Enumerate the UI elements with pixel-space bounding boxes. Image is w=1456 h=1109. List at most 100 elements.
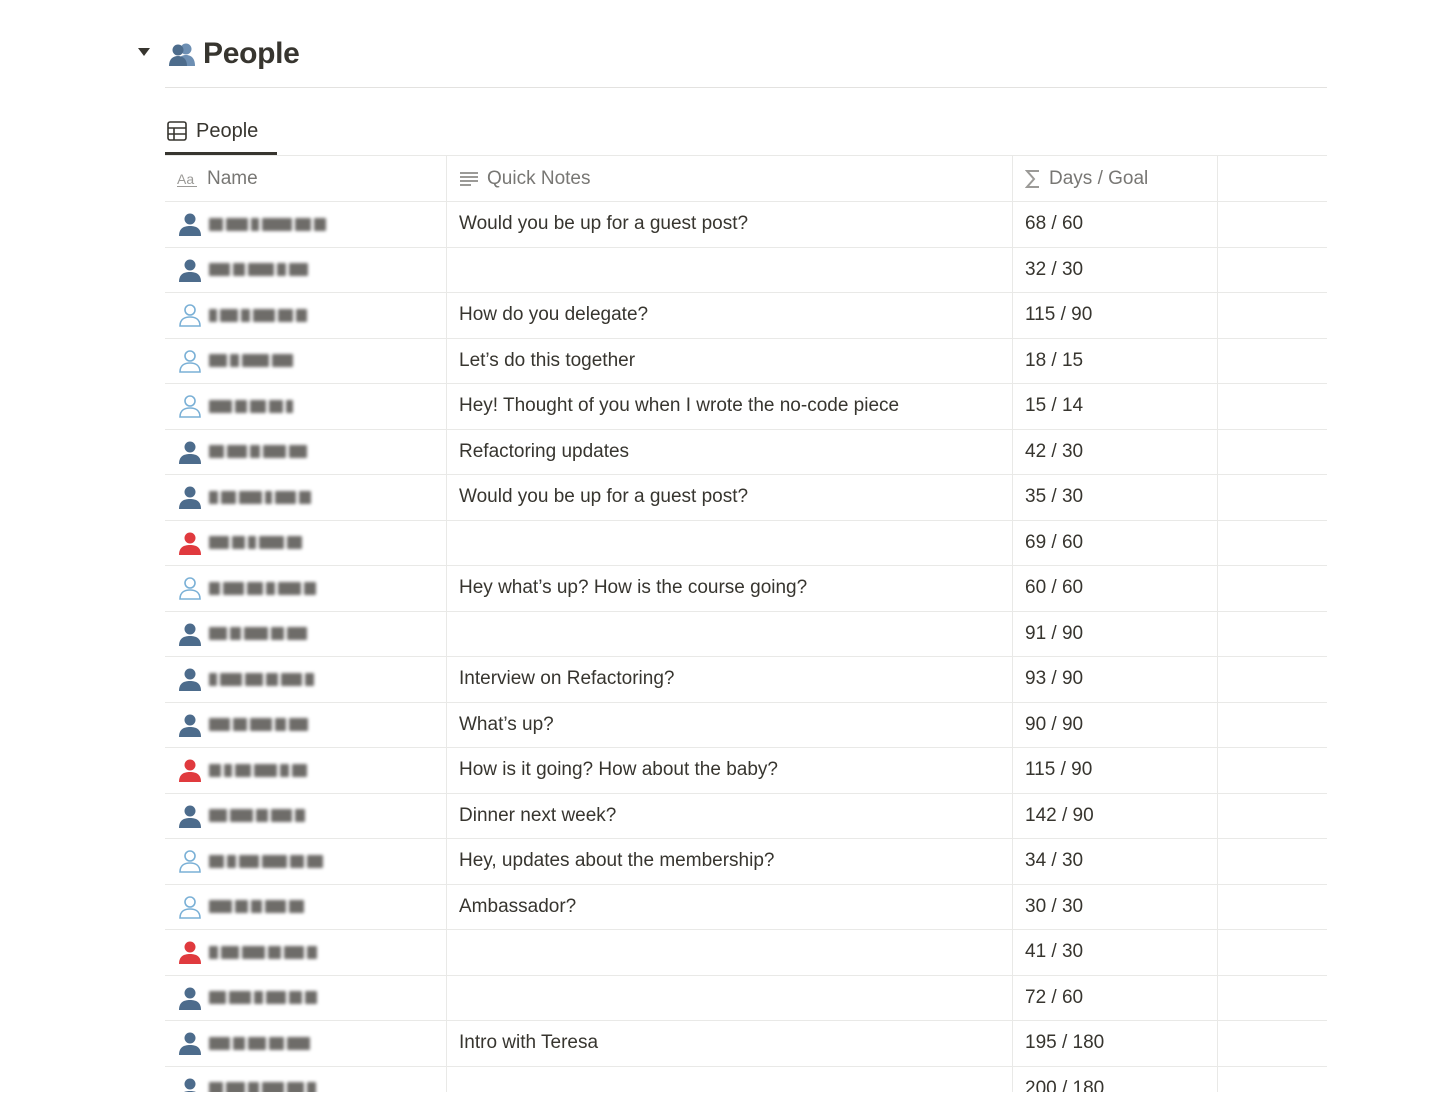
cell-days-goal[interactable]: 15 / 14 xyxy=(1013,383,1218,429)
cell-days-goal[interactable]: 32 / 30 xyxy=(1013,247,1218,292)
cell-days-goal[interactable]: 34 / 30 xyxy=(1013,838,1218,884)
person-icon xyxy=(177,257,203,283)
days-goal-value: 90 / 90 xyxy=(1025,713,1084,735)
cell-quick-notes[interactable] xyxy=(447,611,1013,656)
tab-label: People xyxy=(196,120,259,142)
table-row[interactable]: Hey! Thought of you when I wrote the no-… xyxy=(165,383,1327,430)
cell-days-goal[interactable]: 93 / 90 xyxy=(1013,656,1218,702)
cell-name[interactable] xyxy=(165,429,447,474)
column-header-name[interactable]: Aa Name xyxy=(165,156,447,201)
cell-empty xyxy=(1218,793,1327,838)
days-goal-value: 41 / 30 xyxy=(1025,941,1084,962)
cell-name[interactable] xyxy=(165,702,447,747)
page-title[interactable]: People xyxy=(203,34,300,74)
table-row[interactable]: What’s up? 90 / 90 xyxy=(165,702,1327,748)
table-row[interactable]: 69 / 60 xyxy=(165,520,1327,566)
cell-quick-notes[interactable] xyxy=(447,247,1013,292)
cell-name[interactable] xyxy=(165,383,447,429)
cell-days-goal[interactable]: 42 / 30 xyxy=(1013,429,1218,474)
tab-people-view[interactable]: People xyxy=(166,110,258,152)
table-row[interactable]: 200 / 180 xyxy=(165,1066,1327,1092)
cell-days-goal[interactable]: 35 / 30 xyxy=(1013,474,1218,520)
cell-quick-notes[interactable] xyxy=(447,975,1013,1020)
cell-name[interactable] xyxy=(165,656,447,702)
cell-quick-notes[interactable]: Would you be up for a guest post? xyxy=(447,201,1013,247)
cell-name[interactable] xyxy=(165,247,447,292)
cell-name[interactable] xyxy=(165,793,447,838)
cell-name[interactable] xyxy=(165,565,447,611)
cell-days-goal[interactable]: 72 / 60 xyxy=(1013,975,1218,1020)
cell-quick-notes[interactable]: Hey! Thought of you when I wrote the no-… xyxy=(447,383,1013,429)
cell-name[interactable] xyxy=(165,975,447,1020)
person-icon xyxy=(177,1076,203,1092)
table-row[interactable]: Would you be up for a guest post? 68 / 60 xyxy=(165,201,1327,248)
cell-quick-notes[interactable]: Ambassador? xyxy=(447,884,1013,929)
person-icon xyxy=(177,757,203,783)
cell-quick-notes[interactable]: Hey what’s up? How is the course going? xyxy=(447,565,1013,611)
cell-quick-notes[interactable]: How do you delegate? xyxy=(447,292,1013,338)
cell-days-goal[interactable]: 200 / 180 xyxy=(1013,1066,1218,1092)
cell-name[interactable] xyxy=(165,884,447,929)
table-row[interactable]: Refactoring updates 42 / 30 xyxy=(165,429,1327,475)
cell-name[interactable] xyxy=(165,201,447,247)
table-row[interactable]: Hey, updates about the membership? 34 / 3… xyxy=(165,838,1327,885)
cell-days-goal[interactable]: 142 / 90 xyxy=(1013,793,1218,838)
cell-name[interactable] xyxy=(165,1020,447,1066)
cell-name[interactable] xyxy=(165,929,447,975)
cell-days-goal[interactable]: 91 / 90 xyxy=(1013,611,1218,656)
cell-quick-notes[interactable]: Interview on Refactoring? xyxy=(447,656,1013,702)
days-goal-value: 91 / 90 xyxy=(1025,622,1084,644)
cell-days-goal[interactable]: 69 / 60 xyxy=(1013,520,1218,565)
cell-days-goal[interactable]: 60 / 60 xyxy=(1013,565,1218,611)
days-goal-value: 35 / 30 xyxy=(1025,486,1084,507)
cell-name[interactable] xyxy=(165,838,447,884)
table-row[interactable]: 91 / 90 xyxy=(165,611,1327,657)
cell-quick-notes[interactable] xyxy=(447,1066,1013,1092)
cell-days-goal[interactable]: 68 / 60 xyxy=(1013,201,1218,247)
cell-quick-notes[interactable]: What’s up? xyxy=(447,702,1013,747)
table-row[interactable]: Interview on Refactoring? 93 / 90 xyxy=(165,656,1327,703)
cell-days-goal[interactable]: 30 / 30 xyxy=(1013,884,1218,929)
cell-name[interactable] xyxy=(165,747,447,793)
cell-days-goal[interactable]: 90 / 90 xyxy=(1013,702,1218,747)
column-header-quick-notes[interactable]: Quick Notes xyxy=(447,156,1013,201)
cell-quick-notes[interactable]: How is it going? How about the baby? xyxy=(447,747,1013,793)
table-row[interactable]: Intro with Teresa 195 / 180 xyxy=(165,1020,1327,1067)
cell-quick-notes[interactable] xyxy=(447,929,1013,975)
cell-quick-notes[interactable]: Would you be up for a guest post? xyxy=(447,474,1013,520)
cell-days-goal[interactable]: 115 / 90 xyxy=(1013,747,1218,793)
table-row[interactable]: Ambassador? 30 / 30 xyxy=(165,884,1327,930)
table-row[interactable]: 41 / 30 xyxy=(165,929,1327,976)
person-icon xyxy=(177,211,203,237)
table-row[interactable]: How is it going? How about the baby? 115 … xyxy=(165,747,1327,794)
table-row[interactable]: 72 / 60 xyxy=(165,975,1327,1021)
cell-name[interactable] xyxy=(165,520,447,565)
table-row[interactable]: Would you be up for a guest post? 35 / 30 xyxy=(165,474,1327,521)
cell-days-goal[interactable]: 18 / 15 xyxy=(1013,338,1218,383)
cell-quick-notes[interactable]: Hey, updates about the membership? xyxy=(447,838,1013,884)
table-row[interactable]: Hey what’s up? How is the course going? 6… xyxy=(165,565,1327,612)
cell-days-goal[interactable]: 41 / 30 xyxy=(1013,929,1218,975)
table-row[interactable]: Let’s do this together 18 / 15 xyxy=(165,338,1327,384)
cell-days-goal[interactable]: 195 / 180 xyxy=(1013,1020,1218,1066)
days-goal-value: 72 / 60 xyxy=(1025,986,1084,1008)
cell-quick-notes[interactable]: Intro with Teresa xyxy=(447,1020,1013,1066)
cell-name[interactable] xyxy=(165,474,447,520)
toggle-collapse-icon[interactable] xyxy=(136,44,152,60)
cell-name[interactable] xyxy=(165,338,447,383)
column-header-days-goal[interactable]: Days / Goal xyxy=(1013,156,1218,201)
table-row[interactable]: Dinner next week? 142 / 90 xyxy=(165,793,1327,839)
cell-days-goal[interactable]: 115 / 90 xyxy=(1013,292,1218,338)
cell-name[interactable] xyxy=(165,292,447,338)
cell-quick-notes[interactable]: Dinner next week? xyxy=(447,793,1013,838)
cell-quick-notes[interactable] xyxy=(447,520,1013,565)
cell-quick-notes[interactable]: Refactoring updates xyxy=(447,429,1013,474)
cell-quick-notes[interactable]: Let’s do this together xyxy=(447,338,1013,383)
redacted-name xyxy=(209,808,379,824)
cell-name[interactable] xyxy=(165,1066,447,1092)
redacted-name xyxy=(209,1035,379,1051)
people-table: Aa Name Quick Notes Days / Goal + ··· Wo… xyxy=(165,156,1327,1092)
cell-name[interactable] xyxy=(165,611,447,656)
table-row[interactable]: How do you delegate? 115 / 90 xyxy=(165,292,1327,339)
table-row[interactable]: 32 / 30 xyxy=(165,247,1327,293)
